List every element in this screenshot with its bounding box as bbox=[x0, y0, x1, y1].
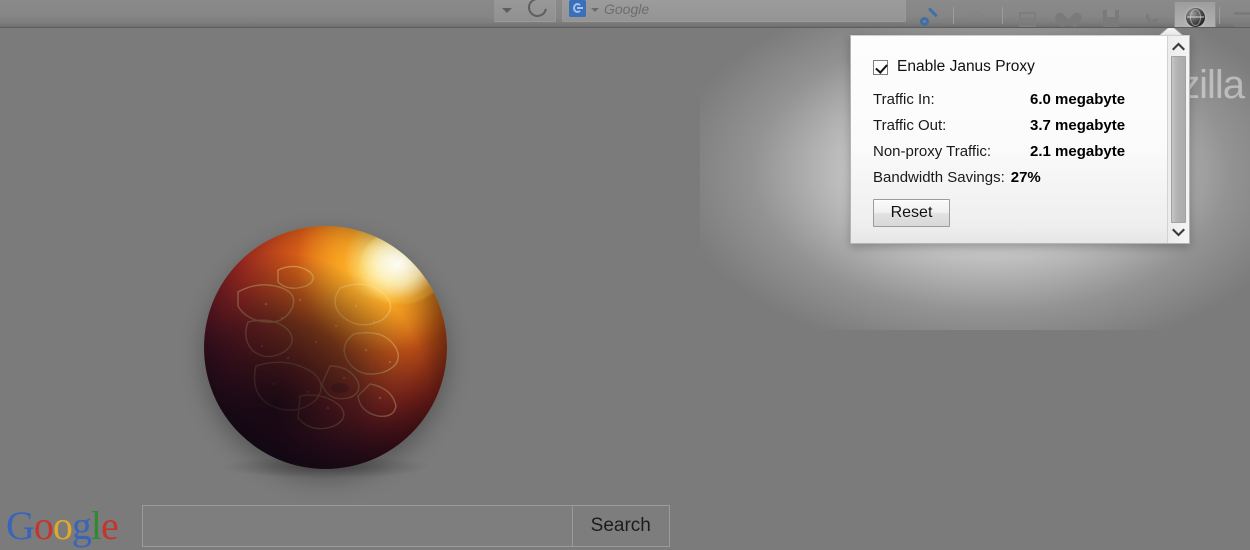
google-logo: Google bbox=[6, 503, 119, 548]
chevron-down-icon[interactable] bbox=[502, 8, 512, 13]
janus-proxy-panel: Enable Janus Proxy Traffic In: 6.0 megab… bbox=[850, 35, 1190, 244]
stat-row-traffic-out: Traffic Out: 3.7 megabyte bbox=[873, 117, 1167, 140]
chevron-up-icon bbox=[1172, 42, 1185, 51]
stat-value-bandwidth-savings: 27% bbox=[1010, 169, 1041, 186]
globe-highlight-flare bbox=[359, 230, 445, 304]
janus-globe-icon bbox=[1185, 8, 1205, 27]
toolbar-separator bbox=[1002, 7, 1003, 24]
star-icon: ☆ bbox=[969, 7, 987, 28]
pocket-button[interactable] bbox=[1090, 2, 1132, 28]
stat-row-bandwidth-savings: Bandwidth Savings: 27% bbox=[873, 169, 1167, 192]
enable-janus-proxy-label: Enable Janus Proxy bbox=[897, 58, 1035, 75]
google-logo-letter-e: e bbox=[101, 503, 119, 548]
stat-label-bandwidth-savings: Bandwidth Savings: bbox=[873, 169, 1005, 186]
google-logo-letter-o1: o bbox=[33, 503, 54, 548]
google-search-row: Google Search bbox=[0, 496, 700, 550]
scrollbar-up-button[interactable] bbox=[1168, 38, 1189, 55]
stat-label-traffic-out: Traffic Out: bbox=[873, 117, 947, 134]
stat-row-traffic-in: Traffic In: 6.0 megabyte bbox=[873, 91, 1167, 114]
stat-value-traffic-in: 6.0 megabyte bbox=[1030, 91, 1126, 108]
chevron-down-icon[interactable] bbox=[591, 8, 599, 12]
panel-scrollbar[interactable] bbox=[1167, 36, 1189, 243]
google-logo-letter-g2: g bbox=[71, 503, 92, 548]
panel-body: Enable Janus Proxy Traffic In: 6.0 megab… bbox=[851, 36, 1167, 243]
enable-janus-proxy-row[interactable]: Enable Janus Proxy bbox=[873, 58, 1167, 76]
google-search-input[interactable] bbox=[141, 505, 572, 547]
key-icon bbox=[918, 5, 940, 27]
bookmark-button[interactable]: ☆ bbox=[957, 2, 999, 28]
stat-row-non-proxy-traffic: Non-proxy Traffic: 2.1 megabyte bbox=[873, 143, 1167, 166]
google-logo-letter-o2: o bbox=[52, 503, 73, 548]
key-icon-button[interactable] bbox=[908, 2, 950, 28]
search-bar[interactable]: Google bbox=[562, 0, 906, 22]
firefox-nightly-globe-image bbox=[204, 226, 447, 469]
phone-button[interactable] bbox=[1132, 2, 1174, 28]
scrollbar-thumb[interactable] bbox=[1171, 56, 1186, 223]
scrollbar-track[interactable] bbox=[1168, 55, 1189, 224]
enable-janus-proxy-checkbox[interactable] bbox=[873, 59, 888, 75]
phone-icon bbox=[1144, 9, 1163, 27]
google-search-button[interactable]: Search bbox=[571, 505, 670, 547]
stat-label-traffic-in: Traffic In: bbox=[873, 91, 935, 108]
reset-button[interactable]: Reset bbox=[873, 199, 950, 227]
heart-button[interactable] bbox=[1048, 2, 1090, 28]
reading-list-button[interactable] bbox=[1006, 2, 1048, 28]
menu-button[interactable] bbox=[1223, 2, 1250, 28]
stat-value-non-proxy-traffic: 2.1 megabyte bbox=[1030, 143, 1126, 160]
reload-icon[interactable] bbox=[524, 0, 551, 21]
google-favicon bbox=[569, 0, 586, 17]
google-logo-letter-g1: G bbox=[6, 503, 35, 548]
toolbar-separator bbox=[953, 7, 954, 24]
heart-icon bbox=[1060, 10, 1078, 27]
pocket-icon bbox=[1103, 10, 1119, 27]
scrollbar-down-button[interactable] bbox=[1168, 224, 1189, 241]
stat-label-non-proxy-traffic: Non-proxy Traffic: bbox=[873, 143, 992, 160]
hamburger-menu-icon bbox=[1234, 12, 1250, 27]
stat-value-traffic-out: 3.7 megabyte bbox=[1030, 117, 1126, 134]
google-logo-letter-l: l bbox=[90, 503, 102, 548]
reading-list-icon bbox=[1018, 12, 1036, 27]
chevron-down-icon bbox=[1172, 228, 1185, 237]
browser-toolbar: Google ☆ bbox=[0, 0, 1250, 28]
search-input[interactable]: Google bbox=[604, 1, 649, 18]
page-content: zilla Google Search Enable Janus Proxy T… bbox=[0, 28, 1250, 550]
toolbar-icon-group: ☆ bbox=[908, 0, 1250, 28]
toolbar-separator bbox=[1219, 7, 1220, 24]
url-bar-right-controls bbox=[494, 0, 556, 22]
janus-proxy-button[interactable] bbox=[1174, 2, 1216, 28]
